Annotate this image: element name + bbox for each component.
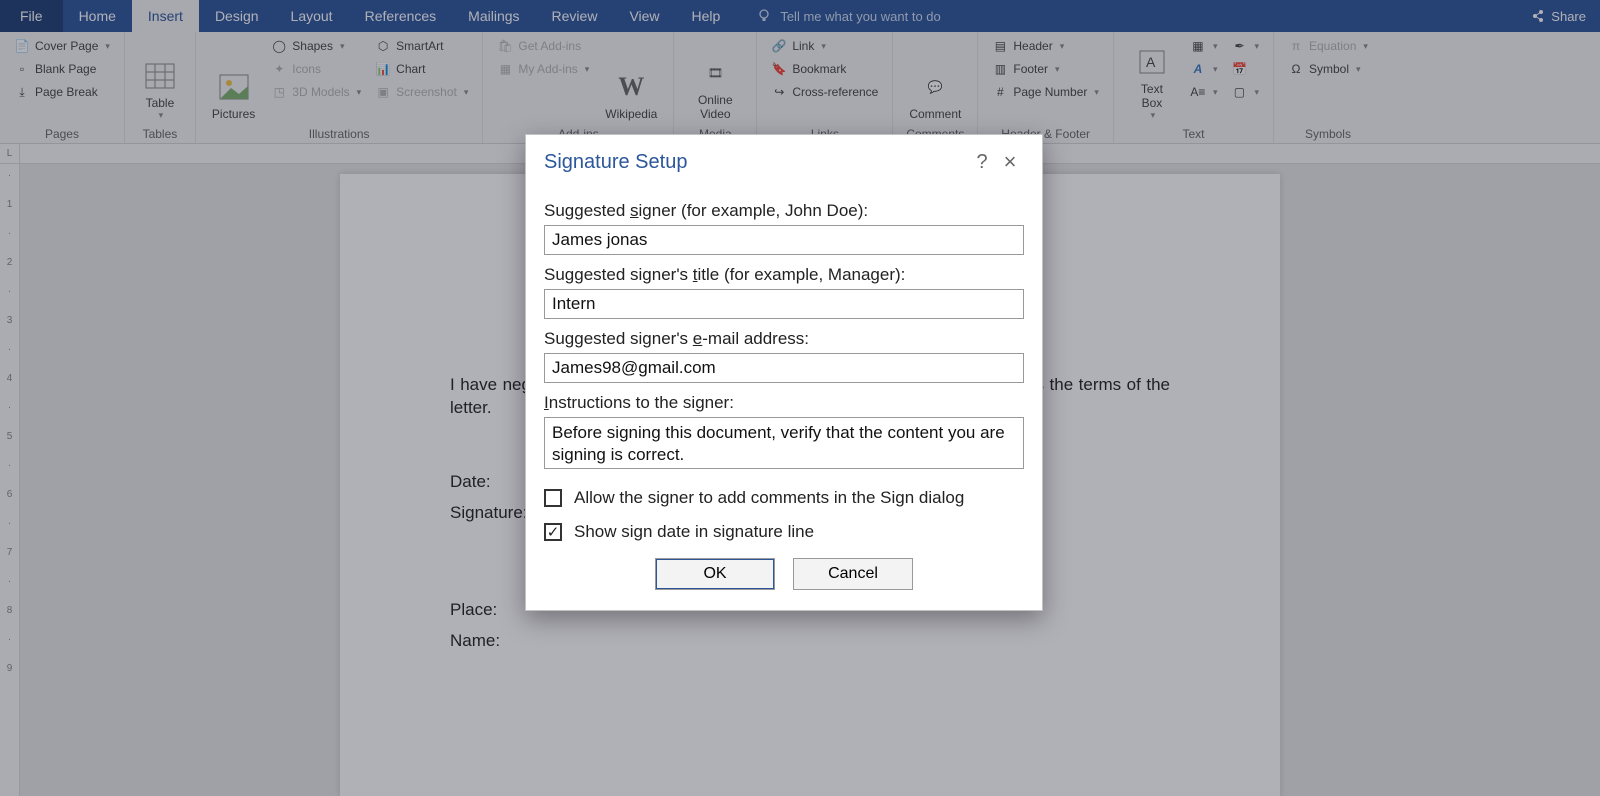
dialog-title: Signature Setup — [544, 151, 968, 174]
suggested-signer-input[interactable] — [544, 225, 1024, 255]
cancel-button[interactable]: Cancel — [793, 558, 913, 590]
suggested-signer-label: Suggested signer (for example, John Doe)… — [544, 201, 1024, 221]
show-sign-date-label: Show sign date in signature line — [574, 522, 814, 542]
instructions-textarea[interactable]: Before signing this document, verify tha… — [544, 417, 1024, 469]
signer-title-input[interactable] — [544, 289, 1024, 319]
instructions-label: Instructions to the signer: — [544, 393, 1024, 413]
signer-email-input[interactable] — [544, 353, 1024, 383]
signature-setup-dialog: Signature Setup ? × Suggested signer (fo… — [525, 134, 1043, 611]
dialog-close-button[interactable]: × — [996, 149, 1024, 175]
signer-email-label: Suggested signer's e-mail address: — [544, 329, 1024, 349]
allow-comments-checkbox[interactable] — [544, 489, 562, 507]
signer-title-label: Suggested signer's title (for example, M… — [544, 265, 1024, 285]
ok-button[interactable]: OK — [655, 558, 775, 590]
dialog-help-button[interactable]: ? — [968, 151, 996, 174]
show-sign-date-checkbox[interactable]: ✓ — [544, 523, 562, 541]
allow-comments-label: Allow the signer to add comments in the … — [574, 488, 964, 508]
